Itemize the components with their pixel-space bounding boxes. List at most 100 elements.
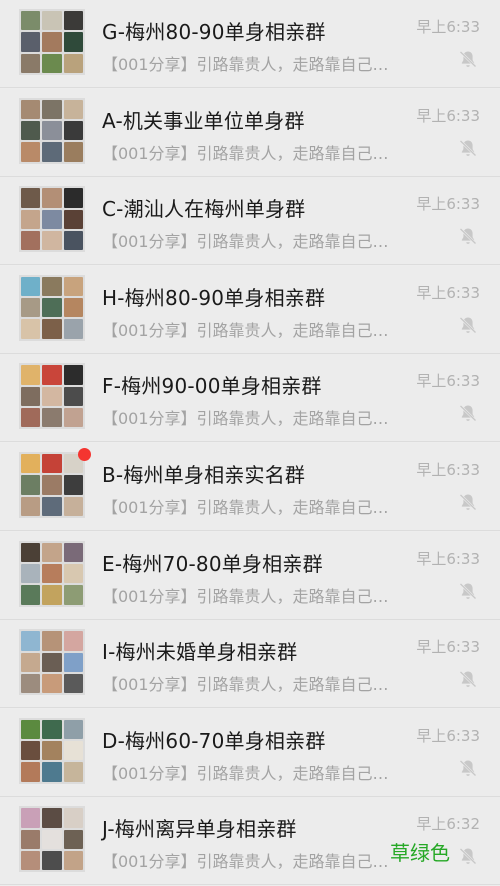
chat-preview: 【001分享】引路靠贵人，走路靠自己… — [102, 320, 389, 340]
chat-time: 早上6:33 — [416, 195, 480, 214]
group-avatar[interactable] — [19, 9, 85, 75]
avatar-tile — [63, 762, 83, 782]
avatar-tile — [42, 563, 62, 584]
avatar-tile — [63, 408, 83, 428]
chat-row[interactable]: A-机关事业单位单身群 早上6:33 【001分享】引路靠贵人，走路靠自己… — [0, 88, 500, 177]
watermark-text: 草绿色 — [390, 841, 450, 865]
group-avatar[interactable] — [19, 363, 85, 430]
avatar-tile — [21, 188, 41, 208]
avatar-tile — [42, 741, 62, 761]
avatar-tile — [21, 829, 41, 850]
bell-off-icon — [458, 49, 478, 69]
avatar-tile — [42, 808, 62, 828]
chat-title: D-梅州60-70单身相亲群 — [102, 728, 326, 753]
avatar-tile — [63, 276, 83, 297]
chat-row[interactable]: G-梅州80-90单身相亲群 早上6:33 【001分享】引路靠贵人，走路靠自己… — [0, 0, 500, 88]
chat-preview: 【001分享】引路靠贵人，走路靠自己… — [102, 409, 389, 429]
chat-row[interactable]: D-梅州60-70单身相亲群 早上6:33 【001分享】引路靠贵人，走路靠自己… — [0, 708, 500, 797]
avatar-tile — [42, 719, 62, 740]
group-avatar[interactable] — [19, 717, 85, 784]
avatar-tile — [21, 319, 41, 339]
group-avatar[interactable] — [19, 97, 85, 164]
bell-off-icon — [458, 758, 478, 778]
avatar-tile — [63, 741, 83, 761]
avatar-tile — [42, 408, 62, 428]
avatar-tile — [42, 298, 62, 318]
avatar-tile — [63, 11, 83, 31]
avatar-tile — [21, 652, 41, 672]
group-avatar[interactable] — [19, 629, 85, 696]
avatar-tile — [63, 32, 83, 52]
chat-row[interactable]: H-梅州80-90单身相亲群 早上6:33 【001分享】引路靠贵人，走路靠自己… — [0, 265, 500, 354]
chat-row[interactable]: I-梅州未婚单身相亲群 早上6:33 【001分享】引路靠贵人，走路靠自己… — [0, 620, 500, 709]
group-avatar[interactable] — [19, 186, 85, 253]
avatar-tile — [21, 230, 41, 251]
chat-title: B-梅州单身相亲实名群 — [102, 463, 306, 487]
avatar-tile — [63, 475, 83, 495]
bell-off-icon — [458, 138, 478, 158]
chat-title: G-梅州80-90单身相亲群 — [102, 20, 326, 44]
avatar-tile — [21, 719, 41, 740]
avatar-tile — [21, 32, 41, 52]
chat-preview: 【001分享】引路靠贵人，走路靠自己… — [102, 143, 389, 163]
bell-off-icon — [458, 226, 478, 246]
bell-off-icon — [458, 846, 478, 866]
avatar-tile — [42, 32, 62, 52]
chat-row[interactable]: F-梅州90-00单身相亲群 早上6:33 【001分享】引路靠贵人，走路靠自己… — [0, 354, 500, 443]
chat-row[interactable]: E-梅州70-80单身相亲群 早上6:33 【001分享】引路靠贵人，走路靠自己… — [0, 531, 500, 620]
avatar-tile — [21, 454, 41, 474]
group-avatar[interactable] — [19, 452, 85, 518]
avatar-tile — [21, 542, 41, 562]
group-avatar[interactable] — [19, 806, 85, 873]
bell-off-icon — [458, 315, 478, 335]
group-avatar[interactable] — [19, 540, 85, 607]
avatar-tile — [21, 276, 41, 297]
avatar-tile — [21, 741, 41, 761]
avatar-tile — [21, 99, 41, 119]
avatar-tile — [42, 53, 62, 73]
group-avatar[interactable] — [19, 274, 85, 341]
avatar-tile — [21, 762, 41, 782]
avatar-tile — [21, 563, 41, 584]
chat-time: 早上6:33 — [416, 549, 480, 568]
avatar-tile — [63, 631, 83, 651]
avatar-tile — [63, 585, 83, 605]
avatar-tile — [63, 298, 83, 318]
avatar-tile — [21, 408, 41, 428]
chat-time: 早上6:33 — [416, 18, 480, 36]
avatar-tile — [21, 386, 41, 407]
avatar-tile — [42, 99, 62, 119]
chat-row[interactable]: C-潮汕人在梅州单身群 早上6:33 【001分享】引路靠贵人，走路靠自己… — [0, 177, 500, 266]
avatar-tile — [42, 631, 62, 651]
avatar-tile — [42, 142, 62, 162]
chat-preview: 【001分享】引路靠贵人，走路靠自己… — [102, 232, 389, 252]
avatar-tile — [63, 496, 83, 516]
avatar-tile — [63, 209, 83, 229]
avatar-tile — [42, 475, 62, 495]
avatar-tile — [42, 319, 62, 339]
avatar-tile — [42, 454, 62, 474]
avatar-tile — [21, 53, 41, 73]
avatar-tile — [42, 209, 62, 229]
avatar-tile — [63, 808, 83, 828]
avatar-tile — [21, 585, 41, 605]
chat-time: 早上6:33 — [416, 283, 480, 302]
avatar-tile — [42, 11, 62, 31]
chat-preview: 【001分享】引路靠贵人，走路靠自己… — [102, 55, 389, 74]
avatar-tile — [63, 188, 83, 208]
avatar-tile — [42, 585, 62, 605]
avatar-tile — [42, 276, 62, 297]
chat-preview: 【001分享】引路靠贵人，走路靠自己… — [102, 498, 389, 517]
bell-off-icon — [458, 403, 478, 423]
chat-time: 早上6:33 — [416, 372, 480, 391]
chat-time: 早上6:32 — [416, 815, 480, 834]
chat-title: E-梅州70-80单身相亲群 — [102, 551, 323, 576]
chat-row[interactable]: B-梅州单身相亲实名群 早上6:33 【001分享】引路靠贵人，走路靠自己… — [0, 443, 500, 531]
chat-title: F-梅州90-00单身相亲群 — [102, 374, 322, 399]
bell-off-icon — [458, 669, 478, 689]
avatar-tile — [21, 631, 41, 651]
avatar-tile — [63, 386, 83, 407]
avatar-tile — [42, 652, 62, 672]
avatar-tile — [63, 652, 83, 672]
avatar-tile — [21, 851, 41, 871]
